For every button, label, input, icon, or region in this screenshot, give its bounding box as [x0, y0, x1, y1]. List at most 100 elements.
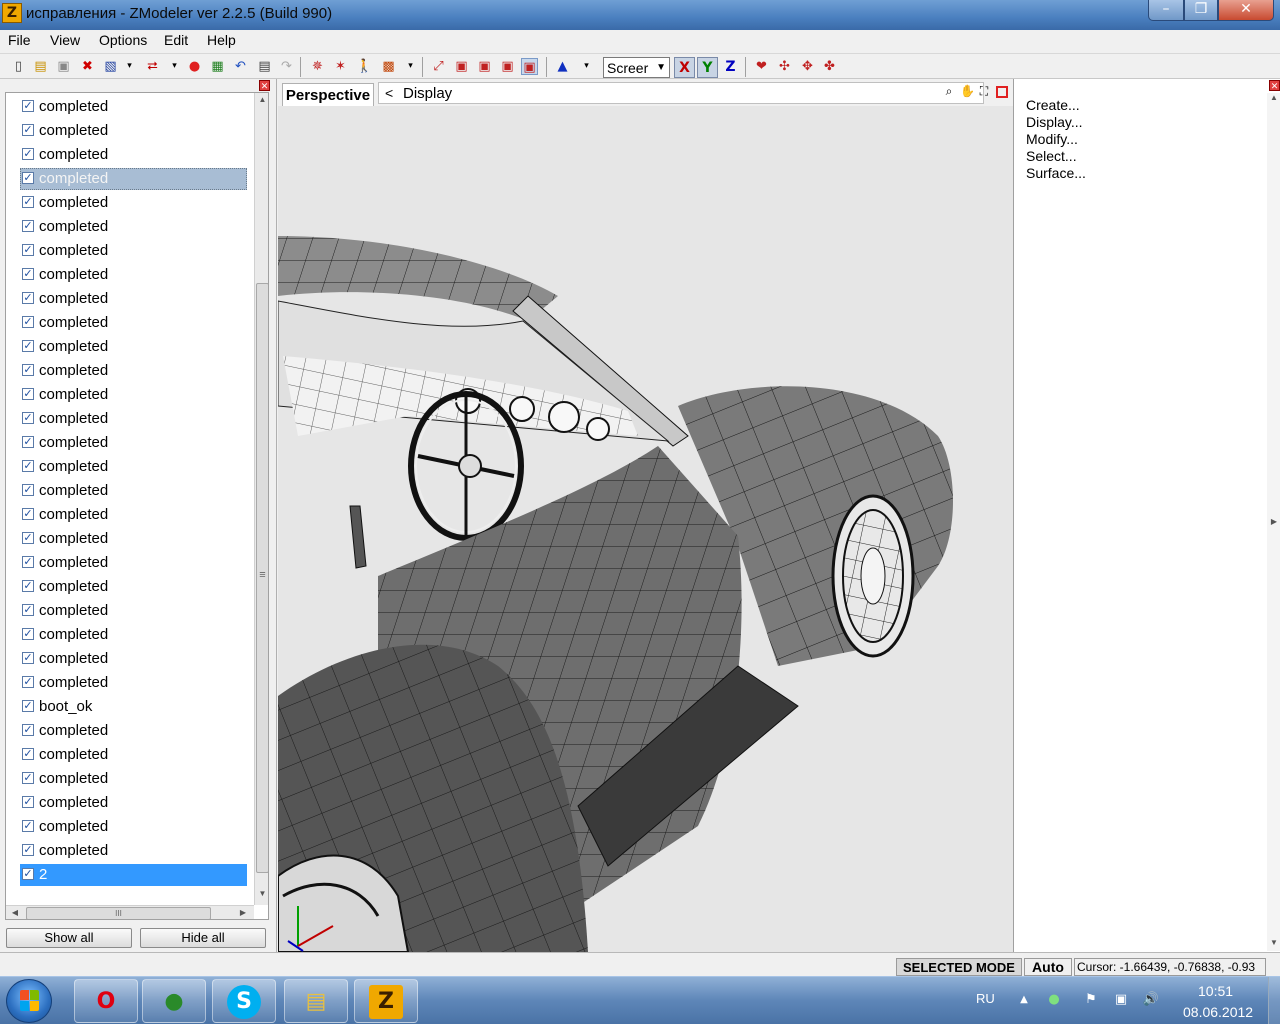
axis-x-toggle[interactable]: X	[674, 57, 695, 78]
save-icon[interactable]: ▣	[55, 58, 72, 75]
list-item[interactable]: ✓ completed	[6, 143, 248, 167]
visibility-checkbox[interactable]: ✓	[22, 676, 34, 688]
language-indicator[interactable]: RU	[976, 991, 995, 1006]
visibility-checkbox[interactable]: ✓	[22, 340, 34, 352]
tray-expand-icon[interactable]: ▲	[1015, 991, 1033, 1009]
menu-file[interactable]: File	[8, 32, 31, 48]
zmodeler-app-icon[interactable]: Z	[2, 3, 22, 23]
visibility-checkbox[interactable]: ✓	[22, 820, 34, 832]
list-item[interactable]: ✓ completed	[6, 431, 248, 455]
redo-icon[interactable]: ↷	[278, 58, 295, 75]
horizontal-scrollbar[interactable]: ◀ III ▶	[6, 905, 254, 919]
visibility-checkbox[interactable]: ✓	[22, 172, 34, 184]
visibility-checkbox[interactable]: ✓	[22, 532, 34, 544]
list-item[interactable]: ✓ completed	[6, 383, 248, 407]
paint-dropdown-icon[interactable]: ▾	[402, 58, 419, 75]
list-item[interactable]: ✓ completed	[6, 647, 248, 671]
list-item[interactable]: ✓ completed	[6, 359, 248, 383]
export-icon[interactable]: ⮂	[144, 58, 161, 75]
taskbar-app-explorer[interactable]: ▤	[284, 979, 348, 1023]
taskbar-app-chrome[interactable]: ●	[142, 979, 206, 1023]
scroll-down-icon[interactable]: ▼	[255, 889, 268, 903]
axis-z-toggle[interactable]: Z	[720, 57, 741, 78]
visibility-checkbox[interactable]: ✓	[22, 700, 34, 712]
scroll-down-icon[interactable]: ▼	[1267, 938, 1280, 947]
menu-modify[interactable]: Modify...	[1026, 131, 1078, 147]
delete-icon[interactable]: ✖	[79, 58, 96, 75]
tab-perspective[interactable]: Perspective	[282, 83, 374, 107]
list-item[interactable]: ✓ completed	[6, 551, 248, 575]
visibility-checkbox[interactable]: ✓	[22, 556, 34, 568]
menu-select[interactable]: Select...	[1026, 148, 1077, 164]
list-item[interactable]: ✓ completed	[6, 95, 248, 119]
axis-move-icon[interactable]: ✣	[776, 58, 793, 75]
list-item[interactable]: ✓ completed	[6, 215, 248, 239]
visibility-checkbox[interactable]: ✓	[22, 628, 34, 640]
visibility-checkbox[interactable]: ✓	[22, 292, 34, 304]
visibility-checkbox[interactable]: ✓	[22, 364, 34, 376]
show-desktop-button[interactable]	[1268, 977, 1280, 1024]
visibility-checkbox[interactable]: ✓	[22, 772, 34, 784]
menu-surface[interactable]: Surface...	[1026, 165, 1086, 181]
visibility-checkbox[interactable]: ✓	[22, 748, 34, 760]
visibility-checkbox[interactable]: ✓	[22, 268, 34, 280]
selected-mode-indicator[interactable]: SELECTED MODE	[896, 958, 1022, 976]
import-icon[interactable]: ▧	[102, 58, 119, 75]
visibility-checkbox[interactable]: ✓	[22, 148, 34, 160]
volume-icon[interactable]: 🔊	[1142, 991, 1160, 1009]
hide-all-button[interactable]: Hide all	[140, 928, 266, 948]
select-point-icon[interactable]: ✶	[332, 58, 349, 75]
scroll-left-icon[interactable]: ◀	[8, 906, 22, 919]
list-item[interactable]: ✓ completed	[6, 767, 248, 791]
axis-rotate-icon[interactable]: ✥	[799, 58, 816, 75]
visibility-checkbox[interactable]: ✓	[22, 100, 34, 112]
list-item[interactable]: ✓ completed	[6, 263, 248, 287]
list-item[interactable]: ✓ completed	[6, 791, 248, 815]
list-item[interactable]: ✓ completed	[6, 743, 248, 767]
menu-edit[interactable]: Edit	[164, 32, 188, 48]
list-item[interactable]: ✓ completed	[6, 455, 248, 479]
close-button[interactable]: ✕	[1218, 0, 1274, 21]
visibility-checkbox[interactable]: ✓	[22, 484, 34, 496]
taskbar-app-opera[interactable]: O	[74, 979, 138, 1023]
pan-icon[interactable]: ✋	[960, 84, 975, 98]
cone-icon[interactable]: ▲	[554, 58, 571, 75]
object-list[interactable]: ✓ completed ✓ completed ✓ completed ✓ completed…	[5, 92, 269, 920]
zoom-icon[interactable]: ⌕	[942, 84, 956, 98]
visibility-checkbox[interactable]: ✓	[22, 796, 34, 808]
list-item[interactable]: ✓ completed	[6, 167, 248, 191]
fullscreen-icon[interactable]: ⛶	[977, 84, 991, 98]
list-item[interactable]: ✓ 2	[6, 863, 248, 887]
clock-time[interactable]: 10:51	[1198, 983, 1233, 999]
scroll-up-icon[interactable]: ▲	[1267, 93, 1280, 102]
list-item[interactable]: ✓ completed	[6, 671, 248, 695]
list-item[interactable]: ✓ completed	[6, 839, 248, 863]
auto-indicator[interactable]: Auto	[1024, 958, 1072, 976]
cone-dropdown-icon[interactable]: ▾	[578, 58, 595, 75]
visibility-checkbox[interactable]: ✓	[22, 196, 34, 208]
cube-c-icon[interactable]: ▣	[499, 58, 516, 75]
undo-icon[interactable]: ↶	[232, 58, 249, 75]
list-item[interactable]: ✓ completed	[6, 335, 248, 359]
visibility-checkbox[interactable]: ✓	[22, 388, 34, 400]
open-icon[interactable]: ▤	[32, 58, 49, 75]
visibility-checkbox[interactable]: ✓	[22, 220, 34, 232]
menu-display[interactable]: Display...	[1026, 114, 1083, 130]
select-vertex-icon[interactable]: ✵	[309, 58, 326, 75]
back-button[interactable]: <	[385, 85, 393, 101]
import-dropdown-icon[interactable]: ▾	[121, 58, 138, 75]
menu-view[interactable]: View	[50, 32, 80, 48]
export-dropdown-icon[interactable]: ▾	[166, 58, 183, 75]
visibility-checkbox[interactable]: ✓	[22, 724, 34, 736]
command-panel-scrollbar[interactable]: ▲ ▶ ▼	[1267, 93, 1280, 951]
visibility-checkbox[interactable]: ✓	[22, 844, 34, 856]
visibility-checkbox[interactable]: ✓	[22, 244, 34, 256]
list-item[interactable]: ✓ completed	[6, 719, 248, 743]
cube-b-icon[interactable]: ▣	[476, 58, 493, 75]
new-icon[interactable]: ▯	[10, 58, 27, 75]
list-item[interactable]: ✓ completed	[6, 503, 248, 527]
list-item[interactable]: ✓ completed	[6, 599, 248, 623]
record-icon[interactable]: ●	[186, 58, 203, 75]
visibility-checkbox[interactable]: ✓	[22, 460, 34, 472]
visibility-checkbox[interactable]: ✓	[22, 436, 34, 448]
